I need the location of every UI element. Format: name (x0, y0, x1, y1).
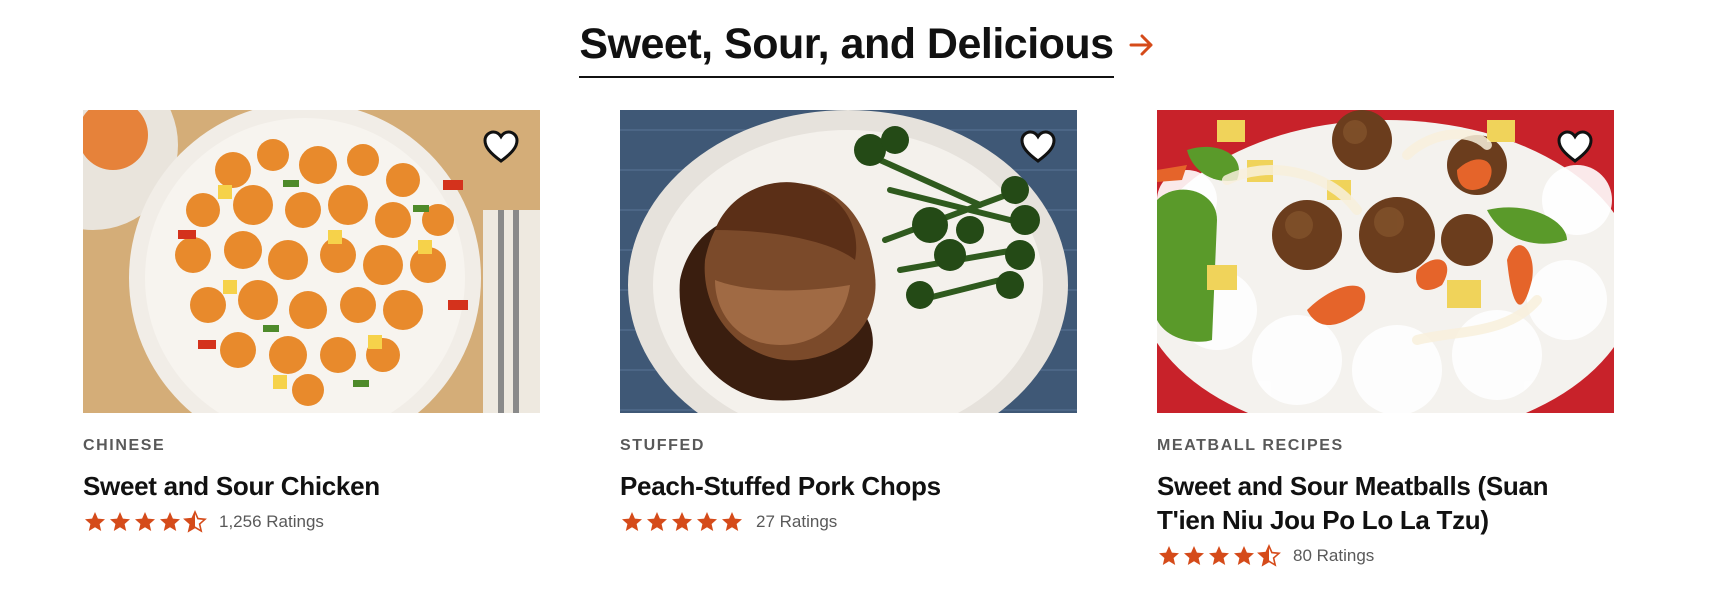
sweet-and-sour-chicken-photo (83, 110, 540, 413)
peach-stuffed-pork-chops-photo (620, 110, 1077, 413)
recipe-category-tag[interactable]: MEATBALL RECIPES (1157, 437, 1614, 455)
star-icon (1234, 546, 1254, 565)
star-rating (1157, 544, 1281, 568)
recipe-carousel-section: Sweet, Sour, and Delicious CHINESE Sweet… (0, 0, 1735, 602)
ratings-count: 1,256 Ratings (219, 512, 324, 531)
recipe-title[interactable]: Sweet and Sour Chicken (83, 469, 513, 503)
heart-icon[interactable] (482, 128, 520, 166)
star-icon (697, 512, 717, 531)
star-rating (83, 510, 207, 534)
ratings-count: 27 Ratings (756, 512, 838, 531)
star-icon (135, 512, 155, 531)
heart-icon[interactable] (1556, 128, 1594, 166)
recipe-card: MEATBALL RECIPES Sweet and Sour Meatball… (1157, 110, 1614, 569)
recipe-card: STUFFED Peach-Stuffed Pork Chops 27 Rati… (620, 110, 1077, 535)
heart-icon[interactable] (1019, 128, 1057, 166)
star-icon (160, 512, 180, 531)
recipe-card: CHINESE Sweet and Sour Chicken 1,256 Rat… (83, 110, 540, 535)
recipe-rating: 27 Ratings (620, 509, 1077, 535)
recipe-image[interactable] (83, 110, 540, 413)
star-icon (672, 512, 692, 531)
recipe-image[interactable] (1157, 110, 1614, 413)
recipe-title[interactable]: Sweet and Sour Meatballs (Suan T'ien Niu… (1157, 469, 1587, 537)
star-icon (110, 512, 130, 531)
section-title: Sweet, Sour, and Delicious (579, 12, 1114, 78)
star-icon (622, 512, 642, 531)
star-rating (620, 510, 744, 534)
ratings-count: 80 Ratings (1293, 546, 1375, 565)
star-icon (1209, 546, 1229, 565)
star-icon (1159, 546, 1179, 565)
recipe-image[interactable] (620, 110, 1077, 413)
recipe-title[interactable]: Peach-Stuffed Pork Chops (620, 469, 1050, 503)
recipe-category-tag[interactable]: CHINESE (83, 437, 540, 455)
recipe-rating: 80 Ratings (1157, 543, 1614, 569)
star-half-icon (1257, 544, 1281, 567)
arrow-right-icon (1129, 34, 1153, 56)
star-icon (722, 512, 742, 531)
sweet-and-sour-meatballs-photo (1157, 110, 1614, 413)
star-half-icon (183, 510, 207, 533)
star-icon (1184, 546, 1204, 565)
star-icon (85, 512, 105, 531)
section-header: Sweet, Sour, and Delicious (0, 12, 1735, 82)
recipe-rating: 1,256 Ratings (83, 509, 540, 535)
star-icon (647, 512, 667, 531)
section-title-link[interactable]: Sweet, Sour, and Delicious (579, 12, 1155, 78)
recipe-category-tag[interactable]: STUFFED (620, 437, 1077, 455)
